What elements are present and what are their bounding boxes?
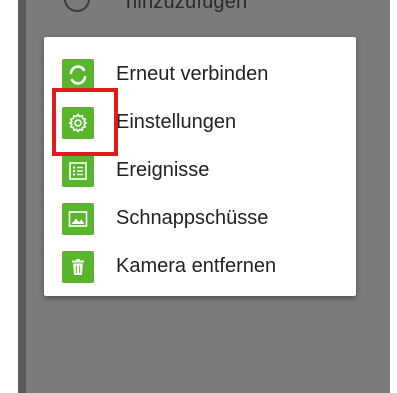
image-icon [62, 203, 94, 235]
menu-item-label: Einstellungen [116, 111, 237, 133]
menu-item-label: Schnappschüsse [116, 207, 269, 229]
menu-item-remove-camera[interactable]: Kamera entfernen [44, 243, 356, 291]
list-icon [62, 155, 94, 187]
reconnect-icon [62, 59, 94, 91]
add-circle-icon [64, 0, 90, 12]
menu-item-label: Ereignisse [116, 159, 210, 181]
highlight-box [52, 88, 118, 156]
menu-item-label: Erneut verbinden [116, 63, 269, 85]
menu-item-label: Kamera entfernen [116, 255, 277, 277]
background-text: hinzuzufügen [126, 0, 248, 13]
trash-icon [62, 251, 94, 283]
context-menu: Erneut verbinden Einstellungen Ereigniss… [44, 37, 356, 296]
menu-item-snapshots[interactable]: Schnappschüsse [44, 195, 356, 243]
